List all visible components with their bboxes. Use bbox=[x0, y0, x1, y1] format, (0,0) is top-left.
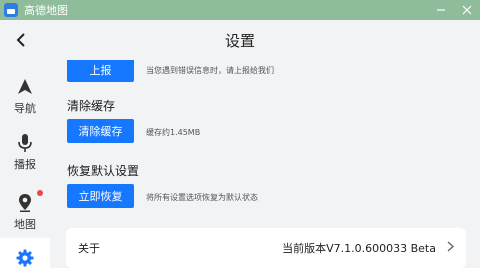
reset-hint: 将所有设置选项恢复为默认状态 bbox=[146, 193, 258, 202]
title-bar: 高德地图 bbox=[0, 0, 480, 20]
restore-now-button[interactable]: 立即恢复 bbox=[67, 184, 134, 208]
report-button[interactable]: 上报 bbox=[67, 60, 134, 82]
app-logo-icon bbox=[4, 3, 18, 17]
version-text: 当前版本V7.1.0.600033 Beta bbox=[282, 242, 436, 255]
navigation-arrow-icon bbox=[15, 77, 35, 97]
sidebar-item-label: 导航 bbox=[14, 101, 36, 115]
map-pin-icon bbox=[15, 193, 35, 213]
sidebar-item-label: 地图 bbox=[14, 217, 36, 231]
clear-cache-button[interactable]: 清除缓存 bbox=[67, 119, 134, 143]
reset-section-title: 恢复默认设置 bbox=[67, 164, 140, 178]
back-button[interactable] bbox=[8, 28, 34, 52]
microphone-icon bbox=[15, 133, 35, 153]
minimize-button[interactable] bbox=[428, 0, 454, 20]
close-icon bbox=[462, 5, 472, 15]
page-title: 设置 bbox=[224, 31, 255, 50]
cache-section-title: 清除缓存 bbox=[67, 99, 116, 113]
gear-icon bbox=[15, 248, 35, 268]
settings-sidebar: 导航 播报 地图 bbox=[0, 60, 50, 268]
notification-badge bbox=[37, 190, 43, 196]
page-header: 设置 bbox=[0, 20, 480, 60]
chevron-right-icon bbox=[447, 241, 455, 255]
sidebar-item-navigation[interactable]: 导航 bbox=[0, 70, 50, 122]
about-row[interactable]: 关于 当前版本V7.1.0.600033 Beta bbox=[66, 228, 466, 268]
sidebar-item-map[interactable]: 地图 bbox=[0, 186, 50, 238]
minimize-icon bbox=[437, 9, 445, 11]
window-title: 高德地图 bbox=[24, 4, 68, 17]
about-label: 关于 bbox=[78, 242, 100, 255]
sidebar-item-label: 播报 bbox=[14, 157, 36, 171]
close-button[interactable] bbox=[454, 0, 480, 20]
report-hint: 当您遇到错误信息时，请上报给我们 bbox=[146, 66, 274, 75]
sidebar-item-broadcast[interactable]: 播报 bbox=[0, 126, 50, 178]
chevron-left-icon bbox=[16, 33, 25, 47]
sidebar-item-settings[interactable] bbox=[0, 238, 50, 268]
settings-content: 上报 当您遇到错误信息时，请上报给我们 清除缓存 清除缓存 缓存约1.45MB … bbox=[50, 60, 480, 268]
cache-size-hint: 缓存约1.45MB bbox=[146, 128, 201, 137]
